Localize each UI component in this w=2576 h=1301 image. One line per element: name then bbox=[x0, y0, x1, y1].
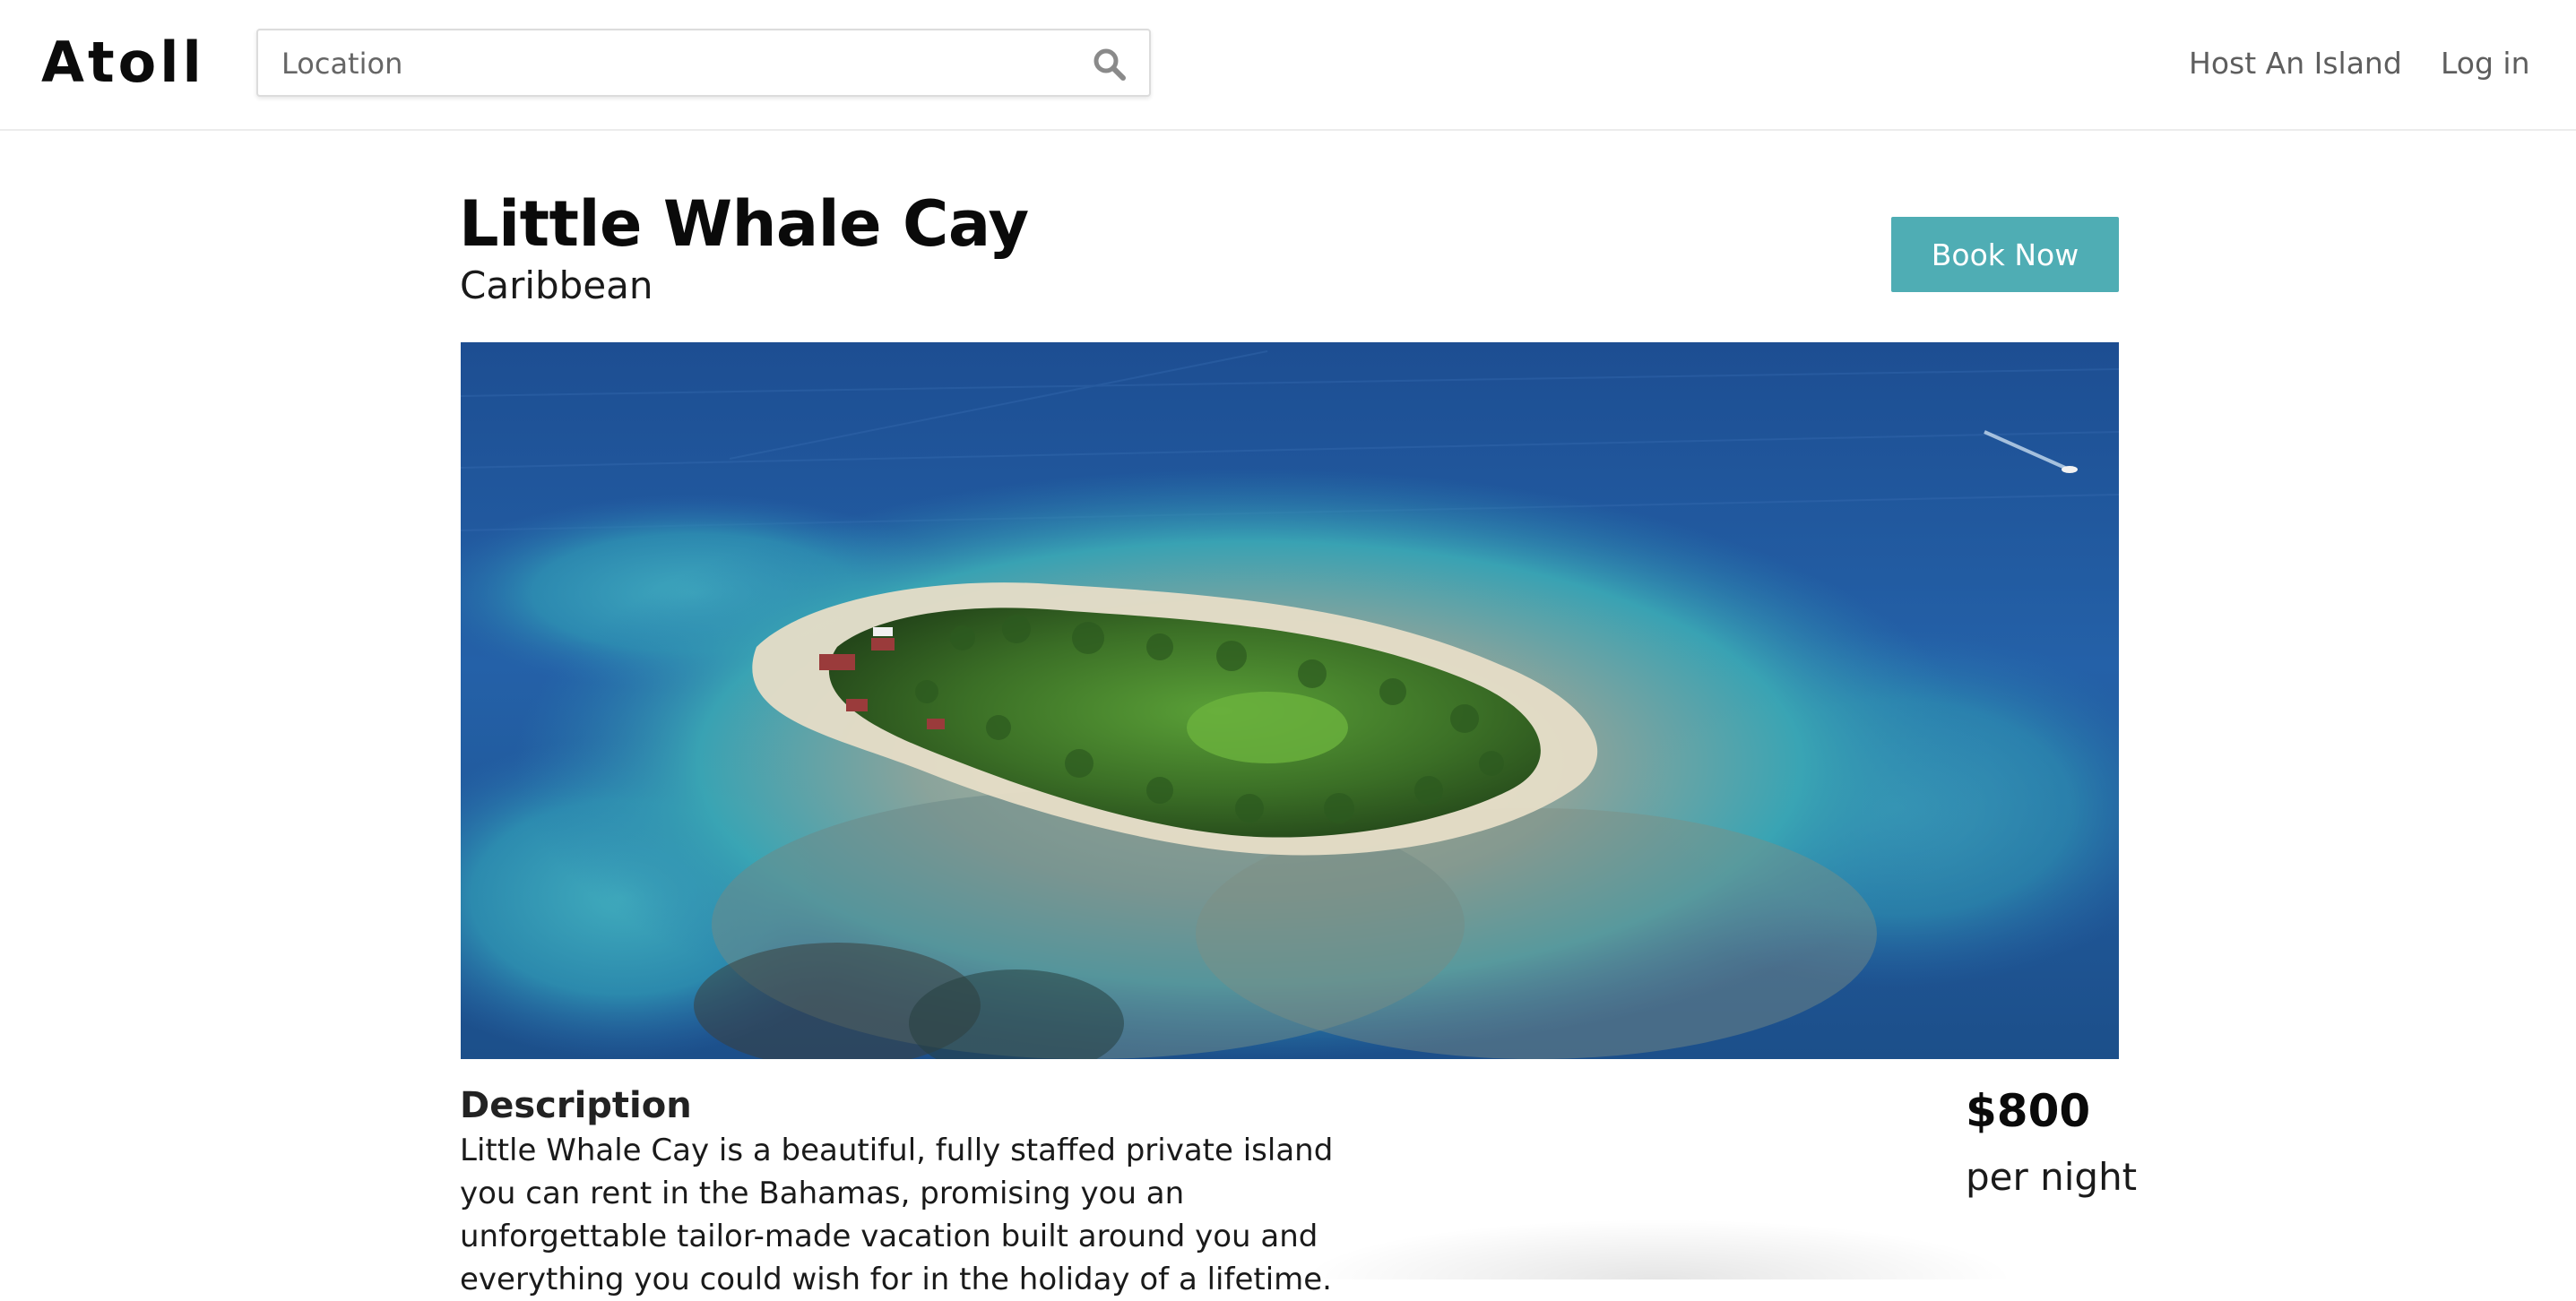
listing-title: Little Whale Cay bbox=[459, 187, 1029, 261]
search-input[interactable] bbox=[280, 30, 1054, 97]
search-icon[interactable] bbox=[1092, 47, 1128, 82]
scroll-shadow bbox=[1300, 1219, 2017, 1279]
price-unit: per night bbox=[1966, 1155, 2138, 1199]
description-text: Little Whale Cay is a beautiful, fully s… bbox=[460, 1133, 1334, 1297]
listing-region: Caribbean bbox=[460, 263, 653, 307]
top-navigation-bar: Atoll Host An Island Log in bbox=[0, 0, 2576, 131]
logo[interactable]: Atoll bbox=[41, 30, 205, 95]
book-now-button[interactable]: Book Now bbox=[1891, 217, 2119, 292]
island-hero-image bbox=[461, 342, 2119, 1059]
host-an-island-link[interactable]: Host An Island bbox=[2189, 41, 2402, 86]
description-heading: Description bbox=[460, 1085, 692, 1126]
price-value: $800 bbox=[1966, 1085, 2091, 1137]
log-in-link[interactable]: Log in bbox=[2441, 41, 2530, 86]
search-box[interactable] bbox=[256, 29, 1151, 97]
